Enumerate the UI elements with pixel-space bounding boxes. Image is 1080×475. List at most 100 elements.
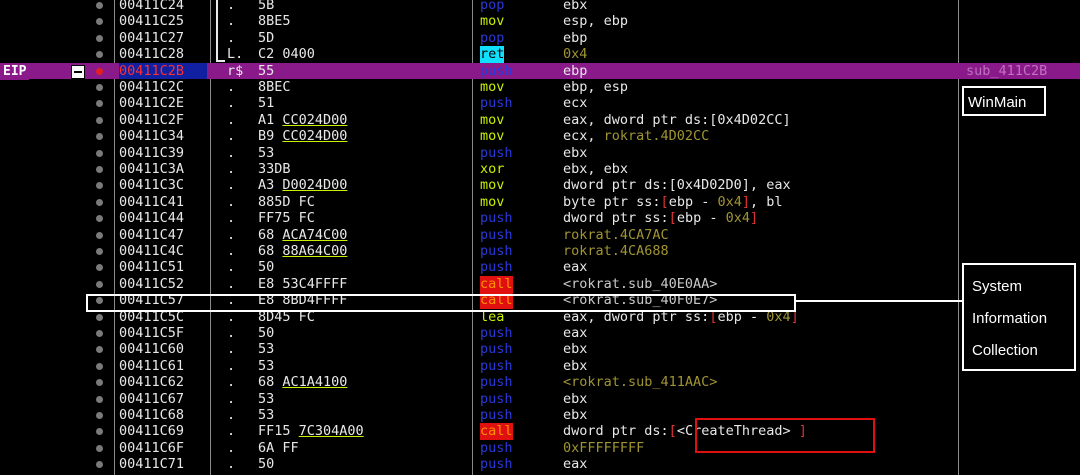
breakpoint-dot-icon[interactable] bbox=[96, 116, 103, 124]
breakpoint-dot-icon[interactable] bbox=[96, 346, 103, 354]
address[interactable]: 00411C3A bbox=[119, 161, 184, 177]
opcode-bytes: 68 ACA74C00 bbox=[258, 226, 348, 243]
disasm-row[interactable]: 00411C47. 68 ACA74C00 push rokrat.4CA7AC bbox=[0, 227, 1080, 243]
breakpoint-dot-icon[interactable] bbox=[96, 215, 103, 223]
opcode-bytes: 6A FF bbox=[258, 439, 299, 456]
mnemonic: push bbox=[480, 210, 513, 227]
breakpoint-dot-icon[interactable] bbox=[96, 412, 103, 419]
mnemonic: push bbox=[480, 226, 513, 243]
address[interactable]: 00411C41 bbox=[119, 194, 184, 210]
mnemonic: mov bbox=[480, 128, 505, 145]
disasm-row[interactable]: 00411C68. 53 push ebx bbox=[0, 407, 1080, 423]
disasm-row[interactable]: 00411C3A. 33DB xor ebx, ebx bbox=[0, 161, 1080, 177]
breakpoint-dot-icon[interactable] bbox=[96, 100, 103, 108]
breakpoint-dot-icon[interactable] bbox=[96, 84, 103, 91]
highlight-box-createthread bbox=[695, 418, 875, 453]
disasm-row[interactable]: 00411C69. FF15 7C304A00 call dword ptr ds:[… bbox=[0, 423, 1080, 440]
collapse-icon[interactable] bbox=[71, 65, 85, 79]
address[interactable]: 00411C34 bbox=[119, 128, 184, 144]
flow-marker: . bbox=[227, 210, 236, 227]
flow-marker: . bbox=[227, 259, 236, 276]
address[interactable]: 00411C61 bbox=[119, 358, 184, 374]
breakpoint-dot-icon[interactable] bbox=[96, 461, 103, 469]
disasm-row[interactable]: 00411C6F. 6A FF push 0xFFFFFFFF bbox=[0, 440, 1080, 456]
mnemonic: push bbox=[480, 95, 513, 112]
disasm-row[interactable]: 00411C2B r$ 55 push ebp sub_411C2B bbox=[0, 62, 1080, 79]
address[interactable]: 00411C5F bbox=[119, 325, 184, 341]
annotation-sysinfo: System Information Collection bbox=[962, 263, 1076, 371]
breakpoint-dot-icon[interactable] bbox=[96, 18, 103, 26]
address[interactable]: 00411C2F bbox=[119, 112, 184, 128]
breakpoint-dot-icon[interactable] bbox=[96, 428, 103, 436]
opcode-bytes: E8 53C4FFFF bbox=[258, 275, 348, 292]
breakpoint-dot-icon[interactable] bbox=[96, 67, 103, 75]
address[interactable]: 00411C51 bbox=[119, 259, 184, 275]
disasm-row[interactable]: 00411C2E. 51 push ecx bbox=[0, 95, 1080, 111]
disasm-row[interactable]: 00411C60. 53 push ebx bbox=[0, 341, 1080, 357]
disasm-row[interactable]: 00411C4C. 68 88A64C00 push rokrat.4CA688 bbox=[0, 243, 1080, 259]
disasm-row[interactable]: 00411C62. 68 AC1A4100 push <rokrat.sub_411A… bbox=[0, 374, 1080, 390]
disasm-row[interactable]: 00411C2C. 8BEC mov ebp, esp bbox=[0, 79, 1080, 95]
jump-line-corner bbox=[216, 60, 225, 62]
address[interactable]: 00411C4C bbox=[119, 243, 184, 259]
breakpoint-dot-icon[interactable] bbox=[96, 379, 103, 387]
disasm-row[interactable]: 00411C5F. 50 push eax bbox=[0, 325, 1080, 341]
disasm-row[interactable]: 00411C24. 5B pop ebx bbox=[0, 0, 1080, 13]
breakpoint-dot-icon[interactable] bbox=[96, 149, 103, 157]
address[interactable]: 00411C60 bbox=[119, 341, 184, 357]
address[interactable]: 00411C47 bbox=[119, 227, 184, 243]
address[interactable]: 00411C24 bbox=[119, 0, 184, 13]
breakpoint-dot-icon[interactable] bbox=[96, 51, 103, 59]
operands: byte ptr ss:[ebp - 0x4], bl bbox=[563, 193, 783, 210]
address[interactable]: 00411C27 bbox=[119, 30, 184, 46]
opcode-bytes: 53 bbox=[258, 407, 275, 423]
disasm-row[interactable]: 00411C44. FF75 FC push dword ptr ss:[ebp - … bbox=[0, 210, 1080, 226]
disasm-row[interactable]: 00411C3C. A3 D0024D00 mov dword ptr ds:[0x4… bbox=[0, 177, 1080, 193]
breakpoint-dot-icon[interactable] bbox=[96, 313, 103, 321]
breakpoint-dot-icon[interactable] bbox=[96, 248, 103, 255]
breakpoint-dot-icon[interactable] bbox=[96, 280, 103, 288]
breakpoint-dot-icon[interactable] bbox=[96, 182, 103, 190]
breakpoint-dot-icon[interactable] bbox=[96, 231, 103, 239]
breakpoint-dot-icon[interactable] bbox=[96, 2, 103, 9]
address[interactable]: 00411C68 bbox=[119, 407, 184, 423]
address[interactable]: 00411C39 bbox=[119, 145, 184, 161]
address[interactable]: 00411C71 bbox=[119, 456, 184, 472]
address[interactable]: 00411C44 bbox=[119, 210, 184, 226]
breakpoint-dot-icon[interactable] bbox=[96, 362, 103, 370]
address[interactable]: 00411C25 bbox=[119, 13, 184, 29]
breakpoint-dot-icon[interactable] bbox=[96, 444, 103, 452]
breakpoint-dot-icon[interactable] bbox=[96, 34, 103, 42]
address[interactable]: 00411C69 bbox=[119, 423, 184, 439]
address[interactable]: 00411C2C bbox=[119, 79, 184, 95]
disasm-row[interactable]: 00411C52. E8 53C4FFFF call <rokrat.sub_40E0… bbox=[0, 275, 1080, 293]
address[interactable]: 00411C67 bbox=[119, 391, 184, 407]
disasm-row[interactable]: 00411C61. 53 push ebx bbox=[0, 358, 1080, 374]
disasm-row[interactable]: 00411C28 L. C2 0400 ret 0x4 bbox=[0, 46, 1080, 63]
mnemonic: call bbox=[480, 423, 513, 440]
disasm-row[interactable]: 00411C39. 53 push ebx bbox=[0, 145, 1080, 161]
address[interactable]: 00411C62 bbox=[119, 374, 184, 390]
breakpoint-dot-icon[interactable] bbox=[96, 133, 103, 141]
jump-line bbox=[216, 0, 218, 62]
breakpoint-dot-icon[interactable] bbox=[96, 198, 103, 206]
disasm-row[interactable]: 00411C67. 53 push ebx bbox=[0, 391, 1080, 407]
breakpoint-dot-icon[interactable] bbox=[96, 395, 103, 403]
address[interactable]: 00411C2B bbox=[119, 62, 207, 79]
disasm-row[interactable]: 00411C51. 50 push eax bbox=[0, 259, 1080, 275]
address[interactable]: 00411C52 bbox=[119, 276, 184, 292]
disasm-row[interactable]: 00411C27. 5D pop ebp bbox=[0, 30, 1080, 46]
opcode-bytes: 5D bbox=[258, 29, 275, 46]
breakpoint-dot-icon[interactable] bbox=[96, 330, 103, 337]
disasm-row[interactable]: 00411C2F. A1 CC024D00 mov eax, dword ptr ds… bbox=[0, 112, 1080, 128]
breakpoint-dot-icon[interactable] bbox=[96, 264, 103, 272]
breakpoint-dot-icon[interactable] bbox=[96, 166, 103, 173]
address[interactable]: 00411C3C bbox=[119, 177, 184, 193]
address[interactable]: 00411C6F bbox=[119, 440, 184, 456]
address[interactable]: 00411C28 bbox=[119, 46, 184, 62]
disasm-row[interactable]: 00411C71. 50 push eax bbox=[0, 456, 1080, 472]
disasm-row[interactable]: 00411C34. B9 CC024D00 mov ecx, rokrat.4D02C… bbox=[0, 128, 1080, 144]
address[interactable]: 00411C2E bbox=[119, 95, 184, 111]
disasm-row[interactable]: 00411C41. 885D FC mov byte ptr ss:[ebp - 0x… bbox=[0, 194, 1080, 210]
disasm-row[interactable]: 00411C25. 8BE5 mov esp, ebp bbox=[0, 13, 1080, 29]
